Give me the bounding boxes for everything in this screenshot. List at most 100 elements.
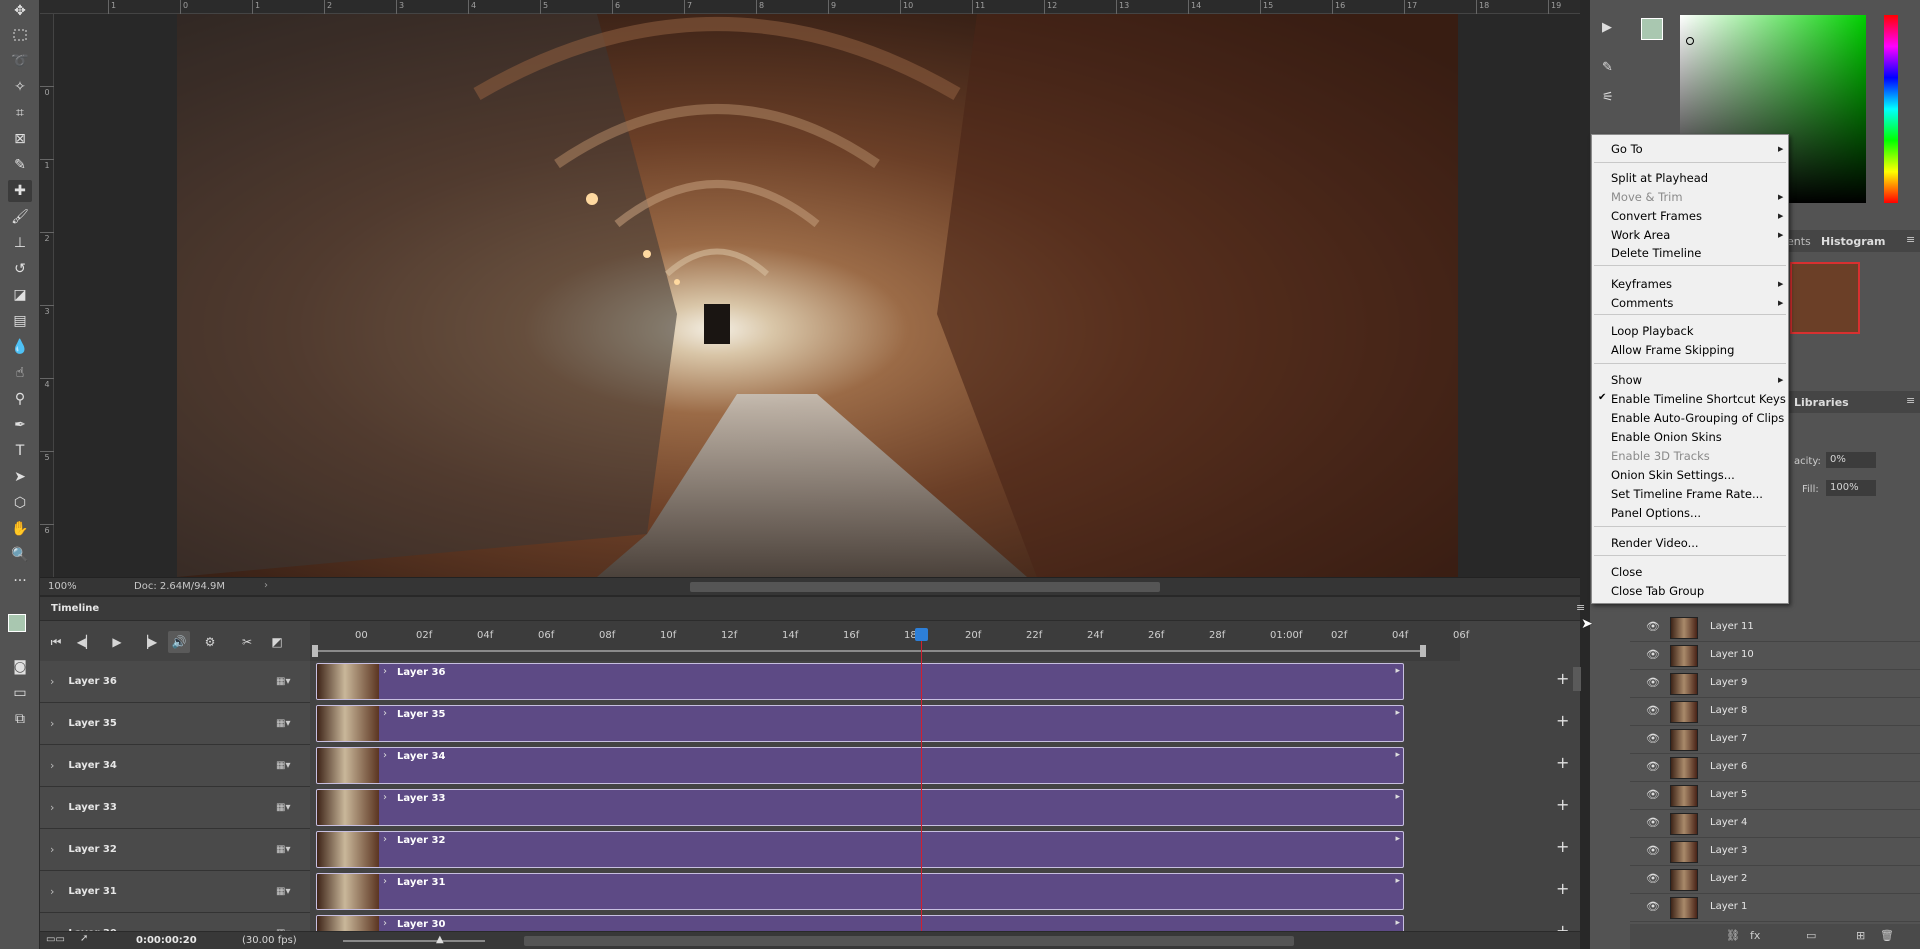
foreground-color[interactable]: [8, 614, 26, 632]
split-scissors-icon[interactable]: ✂: [236, 631, 258, 653]
layer-row[interactable]: 👁 Layer 5: [1630, 782, 1920, 810]
track-options-icon[interactable]: ▦▾: [276, 718, 290, 729]
hand-tool-icon[interactable]: ✋: [8, 518, 32, 540]
clip-menu-icon[interactable]: ▸: [1395, 834, 1400, 844]
menu-item[interactable]: Loop Playback: [1611, 322, 1694, 340]
clip-menu-icon[interactable]: ▸: [1395, 708, 1400, 718]
menu-item[interactable]: Render Video...: [1611, 534, 1699, 552]
dodge-tool-icon[interactable]: ⚲: [8, 388, 32, 410]
next-frame-icon[interactable]: ▕▶: [137, 631, 159, 653]
menu-item[interactable]: Enable 3D Tracks: [1611, 447, 1710, 465]
clip-expand-icon[interactable]: ›: [383, 750, 387, 761]
tab-adjustments[interactable]: ents: [1787, 235, 1811, 248]
zoom-slider-handle-icon[interactable]: ▲: [436, 934, 444, 945]
menu-item[interactable]: Panel Options...: [1611, 504, 1701, 522]
lasso-tool-icon[interactable]: ➰: [8, 50, 32, 72]
expand-chevron-icon[interactable]: ›: [50, 885, 54, 898]
tab-histogram[interactable]: Histogram: [1821, 235, 1886, 248]
pen-tool-icon[interactable]: ✒: [8, 414, 32, 436]
clip-expand-icon[interactable]: ›: [383, 918, 387, 929]
history-brush-tool-icon[interactable]: ↺: [8, 258, 32, 280]
layer-row[interactable]: 👁 Layer 9: [1630, 670, 1920, 698]
work-area-end-handle[interactable]: [1420, 645, 1426, 657]
menu-item[interactable]: Enable Onion Skins: [1611, 428, 1722, 446]
video-clip[interactable]: › Layer 30 ▸: [316, 915, 1404, 931]
brush-settings-icon[interactable]: ✎: [1602, 60, 1613, 75]
current-time[interactable]: 0:00:00:20: [136, 935, 197, 946]
visibility-eye-icon[interactable]: 👁: [1646, 732, 1660, 745]
layer-row[interactable]: 👁 Layer 2: [1630, 866, 1920, 894]
menu-item[interactable]: Set Timeline Frame Rate...: [1611, 485, 1763, 503]
menu-item[interactable]: Show: [1611, 371, 1642, 389]
adjustments-icon[interactable]: ⚟: [1602, 90, 1614, 105]
clip-menu-icon[interactable]: ▸: [1395, 750, 1400, 760]
more-tools-icon[interactable]: ···: [8, 570, 32, 592]
layer-row[interactable]: 👁 Layer 11: [1630, 614, 1920, 642]
layer-row[interactable]: 👁 Layer 8: [1630, 698, 1920, 726]
video-clip[interactable]: › Layer 36 ▸: [316, 663, 1404, 700]
color-swatches[interactable]: [6, 600, 34, 636]
brush-tool-icon[interactable]: 🖌: [8, 206, 32, 228]
video-clip[interactable]: › Layer 31 ▸: [316, 873, 1404, 910]
play-icon[interactable]: ▶: [106, 631, 128, 653]
eraser-tool-icon[interactable]: ◪: [8, 284, 32, 306]
gradient-tool-icon[interactable]: ▤: [8, 310, 32, 332]
go-to-first-frame-icon[interactable]: ⏮: [45, 631, 67, 653]
menu-item[interactable]: Close: [1611, 563, 1642, 581]
expand-chevron-icon[interactable]: ›: [50, 717, 54, 730]
menu-item[interactable]: Delete Timeline: [1611, 244, 1701, 262]
visibility-eye-icon[interactable]: 👁: [1646, 788, 1660, 801]
marquee-tool-icon[interactable]: [8, 24, 32, 46]
track-options-icon[interactable]: ▦▾: [276, 802, 290, 813]
delete-layer-icon[interactable]: 🗑: [1880, 929, 1894, 942]
track-header[interactable]: › Layer 32 ▦▾: [40, 829, 310, 871]
track-options-icon[interactable]: ▦▾: [276, 886, 290, 897]
horizontal-scrollbar-thumb[interactable]: [690, 582, 1160, 592]
menu-item[interactable]: Split at Playhead: [1611, 169, 1708, 187]
track-header[interactable]: › Layer 34 ▦▾: [40, 745, 310, 787]
fx-icon[interactable]: fx: [1750, 929, 1760, 942]
menu-item[interactable]: Close Tab Group: [1611, 582, 1704, 600]
track-options-icon[interactable]: ▦▾: [276, 760, 290, 771]
menu-item[interactable]: Enable Timeline Shortcut Keys: [1611, 390, 1786, 408]
screen-mode-icon[interactable]: ▭: [8, 682, 32, 704]
layer-row[interactable]: 👁 Layer 4: [1630, 810, 1920, 838]
expand-chevron-icon[interactable]: ›: [50, 801, 54, 814]
menu-item[interactable]: Move & Trim: [1611, 188, 1683, 206]
play-actions-icon[interactable]: ▶: [1602, 20, 1612, 35]
move-tool-icon[interactable]: ✥: [8, 0, 32, 22]
clip-expand-icon[interactable]: ›: [383, 834, 387, 845]
tab-libraries[interactable]: Libraries: [1794, 396, 1849, 409]
clip-expand-icon[interactable]: ›: [383, 792, 387, 803]
menu-item[interactable]: Enable Auto-Grouping of Clips: [1611, 409, 1784, 427]
visibility-eye-icon[interactable]: 👁: [1646, 648, 1660, 661]
work-area-bar[interactable]: [316, 650, 1426, 652]
visibility-eye-icon[interactable]: 👁: [1646, 760, 1660, 773]
add-media-button[interactable]: +: [1556, 671, 1569, 687]
add-media-button[interactable]: +: [1556, 797, 1569, 813]
layer-row[interactable]: 👁 Layer 7: [1630, 726, 1920, 754]
add-media-button[interactable]: +: [1556, 923, 1569, 932]
crop-tool-icon[interactable]: ⌗: [8, 102, 32, 124]
layers-menu-icon[interactable]: ≡: [1906, 394, 1915, 407]
zoom-level[interactable]: 100%: [48, 581, 77, 592]
video-clip[interactable]: › Layer 34 ▸: [316, 747, 1404, 784]
timeline-scrollbar-thumb[interactable]: [524, 936, 1294, 946]
clip-expand-icon[interactable]: ›: [383, 876, 387, 887]
track-header[interactable]: › Layer 31 ▦▾: [40, 871, 310, 913]
frame-tool-icon[interactable]: ⊠: [8, 128, 32, 150]
timeline-ruler[interactable]: 00 02f 04f 06f 08f 10f 12f 14f 16f 18f 20f 22f 24f 26…: [310, 621, 1469, 661]
menu-item[interactable]: Go To: [1611, 140, 1643, 158]
eyedropper-tool-icon[interactable]: ✎: [8, 154, 32, 176]
clip-menu-icon[interactable]: ▸: [1395, 792, 1400, 802]
menu-item[interactable]: Work Area: [1611, 226, 1670, 244]
shape-tool-icon[interactable]: ⬡: [8, 492, 32, 514]
link-layers-icon[interactable]: ⛓: [1726, 929, 1740, 942]
track-options-icon[interactable]: ▦▾: [276, 676, 290, 687]
opacity-input[interactable]: 0%: [1826, 452, 1876, 468]
stamp-tool-icon[interactable]: ⊥: [8, 232, 32, 254]
menu-item[interactable]: Onion Skin Settings...: [1611, 466, 1735, 484]
magic-wand-tool-icon[interactable]: ✧: [8, 76, 32, 98]
track-header[interactable]: › Layer 35 ▦▾: [40, 703, 310, 745]
zoom-slider-track[interactable]: [343, 940, 485, 942]
